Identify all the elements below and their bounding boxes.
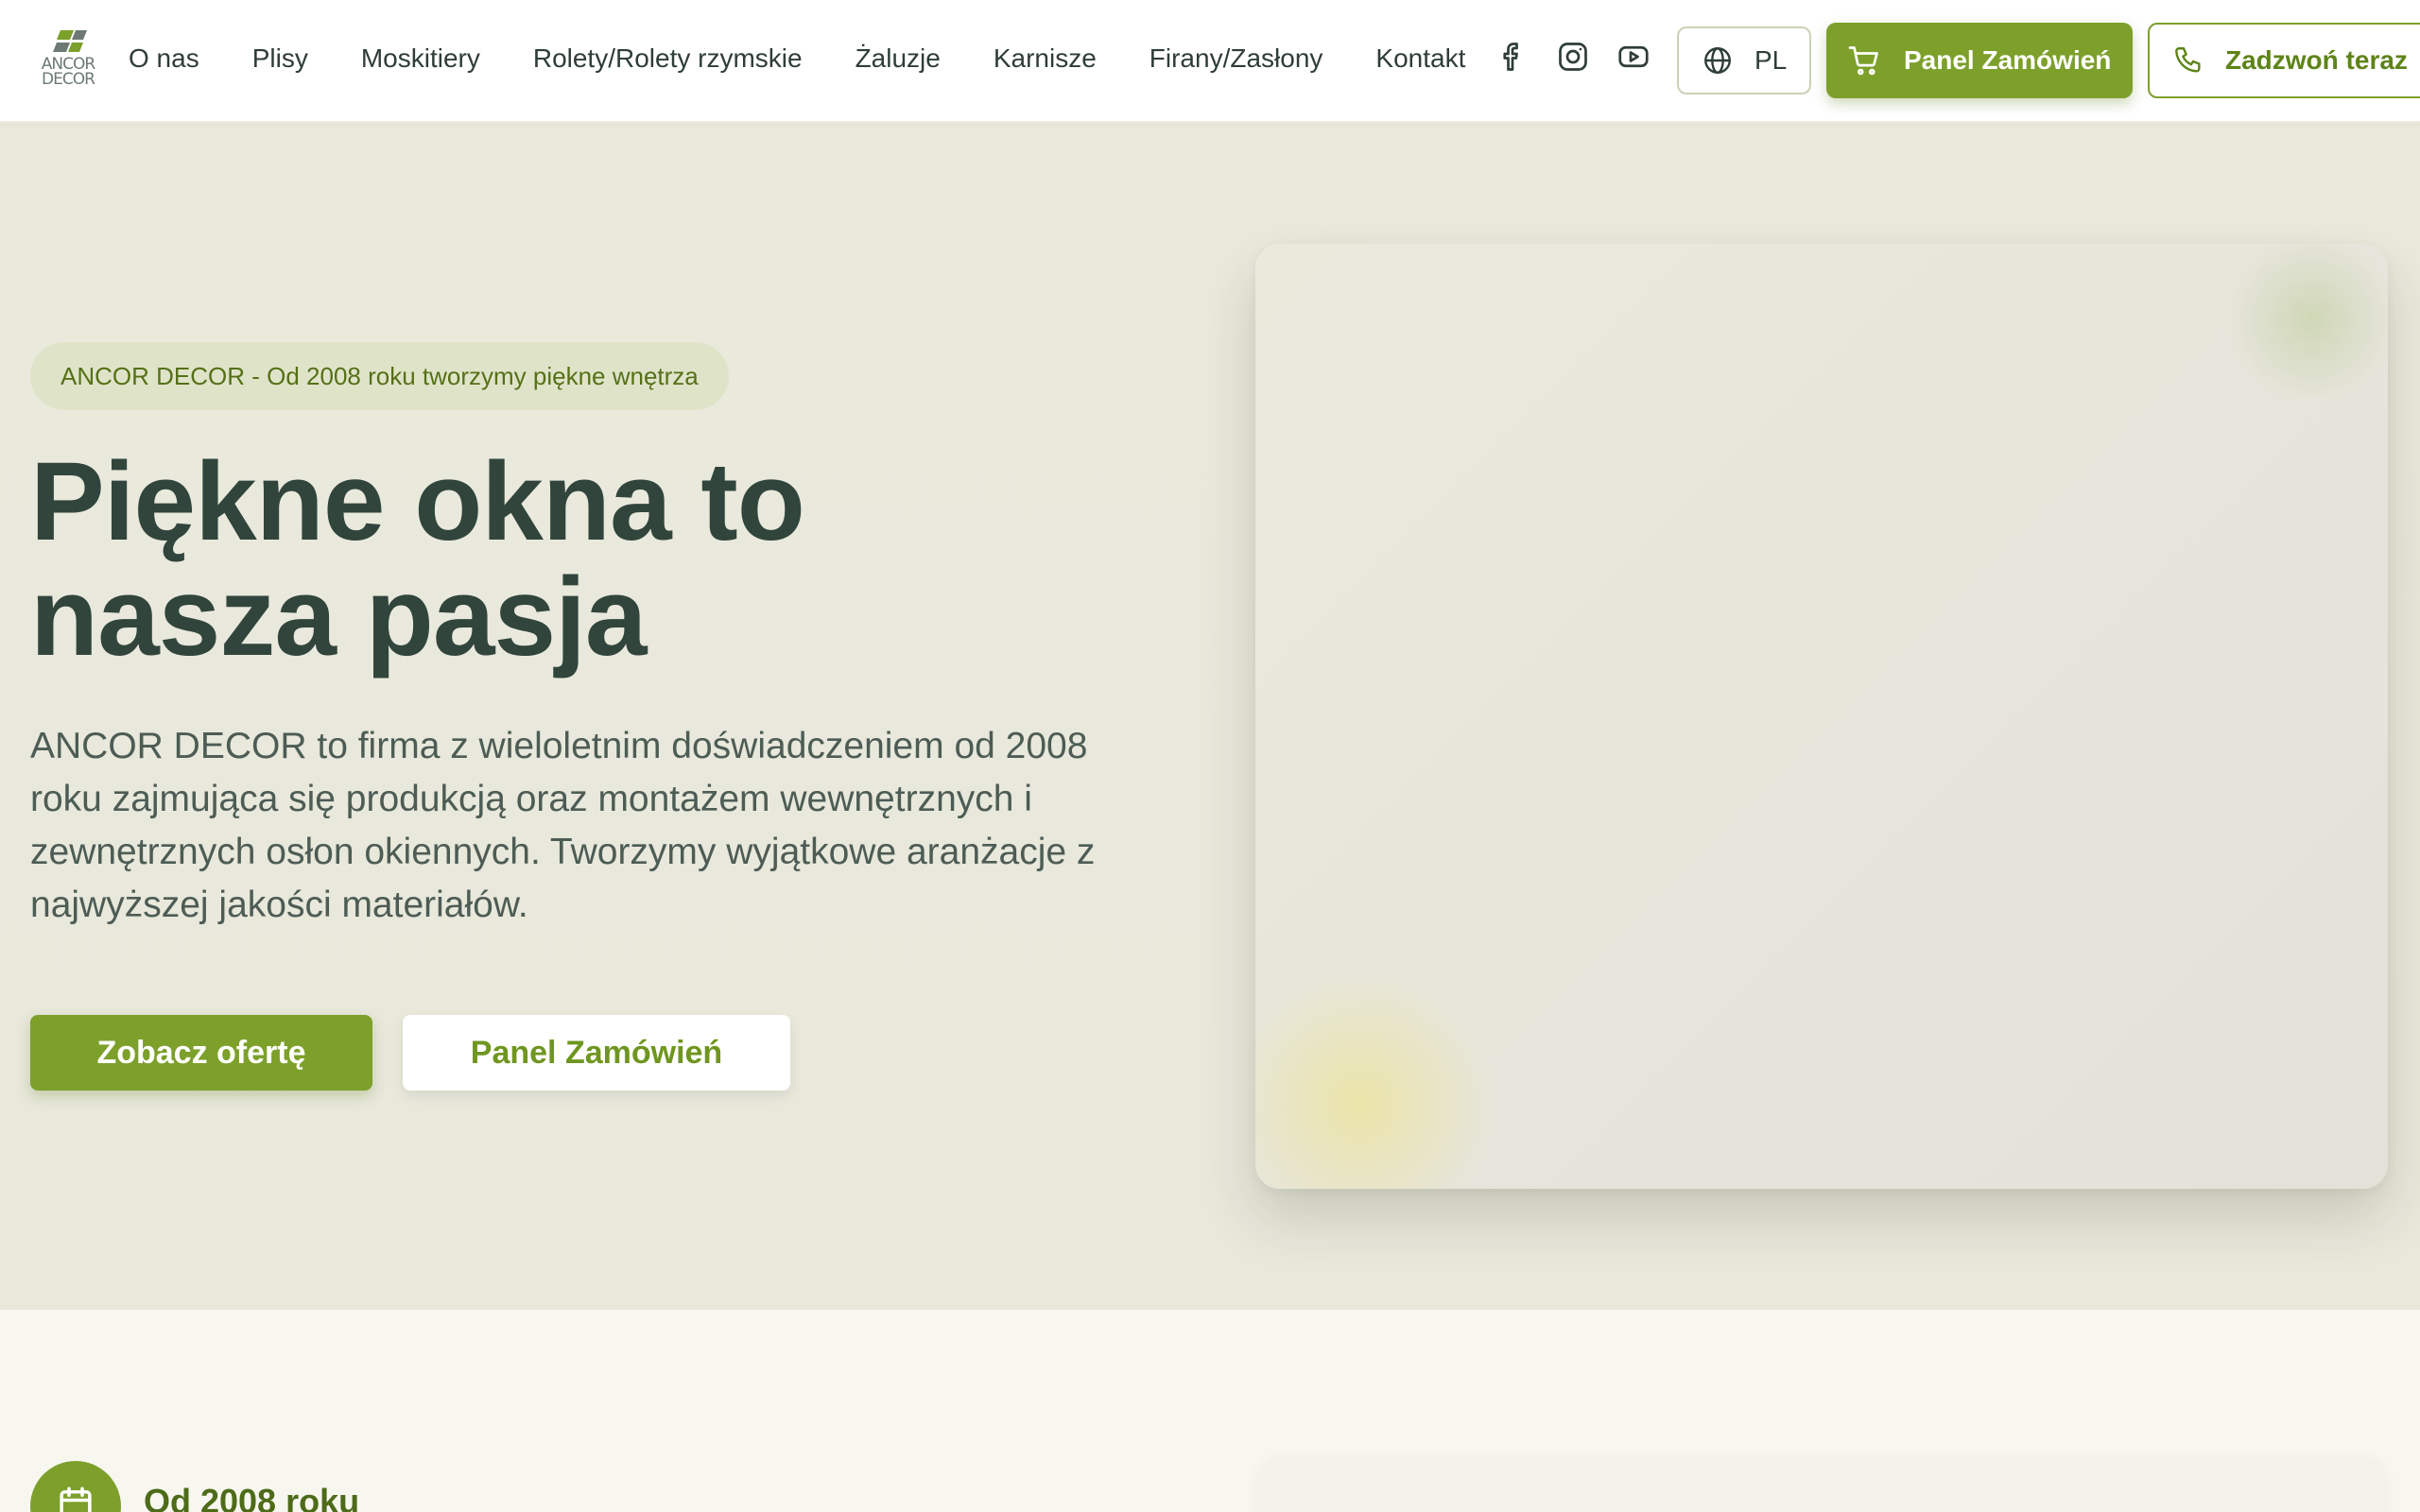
hero-title-line-1: Piękne okna to bbox=[30, 439, 805, 564]
decorative-glow-top bbox=[2218, 244, 2388, 395]
youtube-icon[interactable] bbox=[1616, 40, 1651, 74]
hero-image-placeholder bbox=[1255, 244, 2388, 1189]
nav-item-moskitiery[interactable]: Moskitiery bbox=[361, 43, 480, 74]
cart-icon bbox=[1847, 43, 1881, 77]
order-panel-label: Panel Zamówień bbox=[1904, 45, 2112, 75]
order-panel-button[interactable]: Panel Zamówień bbox=[1826, 23, 2133, 98]
logo-text: ANCOR DECOR bbox=[34, 57, 102, 89]
nav-item-o-nas[interactable]: O nas bbox=[129, 43, 199, 74]
feature-icon-wrapper bbox=[30, 1461, 121, 1512]
features-card-placeholder bbox=[1255, 1461, 2388, 1512]
language-label: PL bbox=[1754, 45, 1788, 75]
hero-title-line-2: nasza pasja bbox=[30, 555, 647, 679]
hero-badge: ANCOR DECOR - Od 2008 roku tworzymy pięk… bbox=[30, 342, 729, 410]
globe-icon bbox=[1702, 44, 1734, 77]
hero-section: ANCOR DECOR - Od 2008 roku tworzymy pięk… bbox=[0, 123, 2420, 1310]
site-header: ANCOR DECOR O nas Plisy Moskitiery Rolet… bbox=[0, 0, 2420, 123]
social-links bbox=[1495, 40, 1651, 74]
hero-description: ANCOR DECOR to firma z wieloletnim doświ… bbox=[30, 726, 1096, 925]
language-switcher[interactable]: PL bbox=[1677, 26, 1811, 94]
logo-line-2: DECOR bbox=[42, 70, 95, 89]
instagram-icon[interactable] bbox=[1556, 40, 1590, 74]
hero-title: Piękne okna to nasza pasja bbox=[30, 444, 1070, 675]
decorative-glow-bottom bbox=[1255, 962, 1501, 1189]
phone-icon bbox=[2172, 44, 2204, 77]
feature-title-since-2008: Od 2008 roku bbox=[144, 1482, 360, 1512]
facebook-icon[interactable] bbox=[1495, 40, 1530, 74]
logo-mark-icon bbox=[53, 30, 87, 52]
logo[interactable]: ANCOR DECOR bbox=[34, 30, 102, 91]
call-now-label: Zadzwoń teraz bbox=[2225, 45, 2408, 75]
call-now-button[interactable]: Zadzwoń teraz bbox=[2148, 23, 2420, 98]
nav-item-kontakt[interactable]: Kontakt bbox=[1375, 43, 1465, 74]
main-nav: O nas Plisy Moskitiery Rolety/Rolety rzy… bbox=[129, 0, 1465, 117]
features-section: Od 2008 roku bbox=[0, 1310, 2420, 1512]
nav-item-firany[interactable]: Firany/Zasłony bbox=[1150, 43, 1323, 74]
nav-item-zaluzje[interactable]: Żaluzje bbox=[856, 43, 941, 74]
nav-item-karnisze[interactable]: Karnisze bbox=[994, 43, 1097, 74]
nav-item-rolety[interactable]: Rolety/Rolety rzymskie bbox=[533, 43, 803, 74]
see-offer-button[interactable]: Zobacz ofertę bbox=[30, 1015, 372, 1091]
nav-item-plisy[interactable]: Plisy bbox=[252, 43, 308, 74]
calendar-icon bbox=[56, 1484, 95, 1512]
hero-order-panel-button[interactable]: Panel Zamówień bbox=[403, 1015, 790, 1091]
